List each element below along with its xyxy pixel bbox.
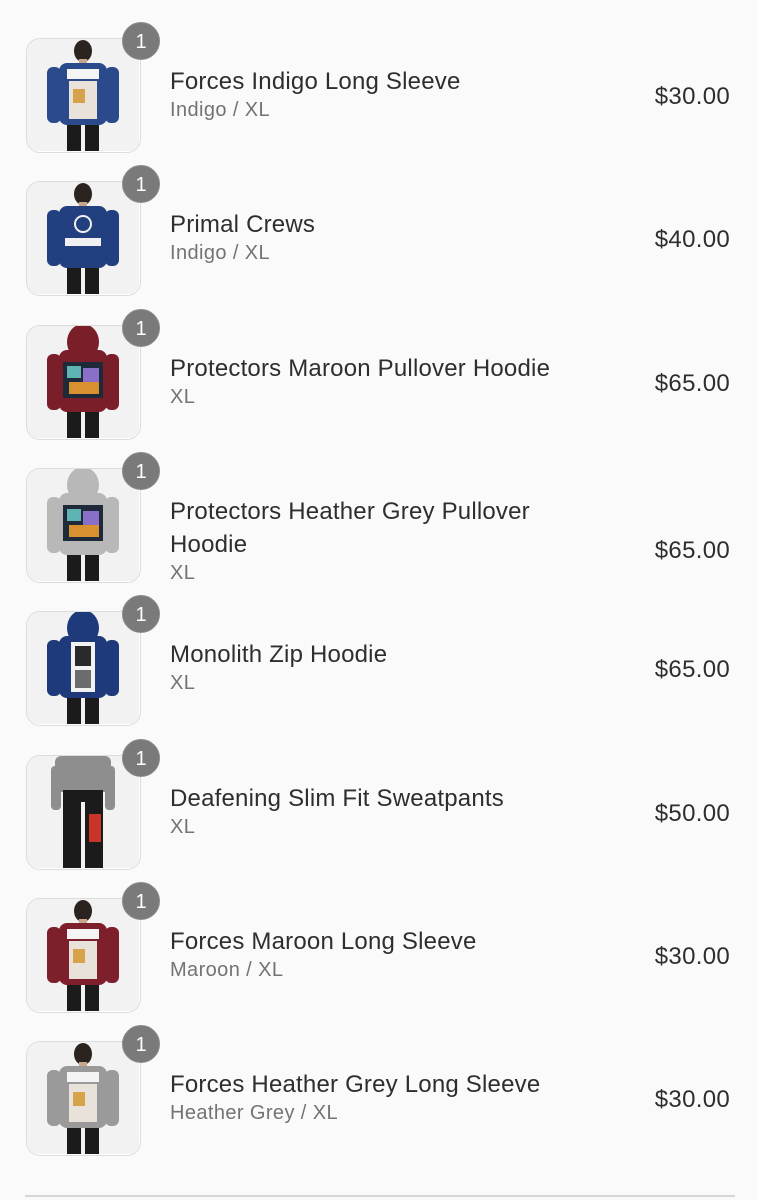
product-title: Protectors Heather Grey Pullover Hoodie bbox=[170, 497, 530, 558]
quantity-badge: 1 bbox=[122, 595, 160, 634]
quantity-badge: 1 bbox=[122, 308, 160, 347]
product-image bbox=[27, 182, 139, 295]
product-thumbnail bbox=[26, 324, 141, 440]
product-title: Forces Heather Grey Long Sleeve bbox=[170, 1071, 541, 1099]
product-variant: XL bbox=[170, 672, 196, 695]
divider bbox=[25, 1195, 735, 1197]
product-thumbnail bbox=[26, 611, 141, 727]
product-variant: Maroon / XL bbox=[170, 958, 284, 981]
product-thumbnail bbox=[26, 1041, 141, 1157]
product-variant: XL bbox=[170, 815, 196, 838]
product-title: Forces Indigo Long Sleeve bbox=[170, 68, 461, 95]
product-image bbox=[27, 39, 139, 151]
product-thumbnail bbox=[26, 38, 141, 153]
product-thumbnail bbox=[26, 181, 141, 297]
cart-item[interactable]: 1 Deafening Slim Fit Sweatpants XL $50.00 bbox=[0, 717, 757, 870]
product-image bbox=[27, 755, 139, 868]
product-price: $30.00 bbox=[654, 1086, 730, 1114]
cart-item[interactable]: 1 Primal Crews Indigo / XL $40.00 bbox=[0, 143, 757, 297]
quantity-badge: 1 bbox=[122, 738, 160, 777]
product-price: $50.00 bbox=[654, 799, 730, 827]
product-image bbox=[27, 898, 139, 1011]
product-title: Monolith Zip Hoodie bbox=[170, 641, 388, 669]
product-price: $30.00 bbox=[654, 83, 730, 110]
product-thumbnail bbox=[26, 897, 141, 1013]
product-price: $65.00 bbox=[654, 536, 730, 564]
product-title: Deafening Slim Fit Sweatpants bbox=[170, 784, 504, 812]
product-title: Forces Maroon Long Sleeve bbox=[170, 927, 477, 955]
product-image bbox=[27, 612, 139, 725]
product-variant: Indigo / XL bbox=[170, 242, 271, 265]
product-variant: XL bbox=[170, 385, 196, 408]
product-price: $40.00 bbox=[654, 226, 730, 254]
product-title: Protectors Maroon Pullover Hoodie bbox=[170, 354, 551, 382]
product-variant: Heather Grey / XL bbox=[170, 1102, 338, 1125]
product-thumbnail bbox=[26, 467, 141, 583]
product-price: $65.00 bbox=[654, 656, 730, 684]
quantity-badge: 1 bbox=[122, 1025, 160, 1064]
quantity-badge: 1 bbox=[122, 451, 160, 490]
cart-item[interactable]: 1 Protectors Heather Grey Pullover Hoodie… bbox=[0, 430, 757, 584]
product-price: $65.00 bbox=[654, 369, 730, 397]
cart-item[interactable]: 1 Forces Maroon Long Sleeve Maroon / XL $30… bbox=[0, 860, 757, 1013]
quantity-badge: 1 bbox=[122, 165, 160, 204]
product-image bbox=[27, 468, 139, 581]
cart-item[interactable]: 1 Forces Heather Grey Long Sleeve Heather … bbox=[0, 1003, 757, 1157]
cart-item[interactable]: 1 Forces Indigo Long Sleeve Indigo / XL $30… bbox=[0, 0, 757, 153]
product-title: Primal Crews bbox=[170, 211, 316, 239]
product-thumbnail bbox=[26, 754, 141, 870]
cart-item[interactable]: 1 Protectors Maroon Pullover Hoodie XL $65.… bbox=[0, 287, 757, 440]
quantity-badge: 1 bbox=[122, 881, 160, 920]
quantity-badge: 1 bbox=[122, 22, 160, 60]
product-price: $30.00 bbox=[654, 942, 730, 970]
product-image bbox=[27, 1042, 139, 1155]
cart-item[interactable]: 1 Monolith Zip Hoodie XL $65.00 bbox=[0, 573, 757, 727]
product-variant: Indigo / XL bbox=[170, 99, 271, 121]
product-image bbox=[27, 325, 139, 438]
